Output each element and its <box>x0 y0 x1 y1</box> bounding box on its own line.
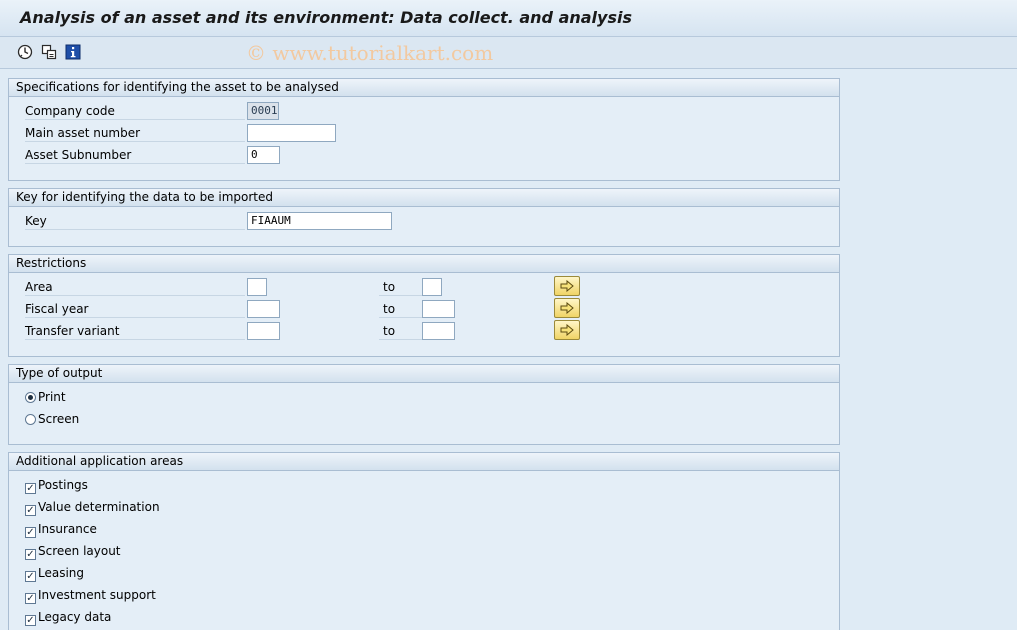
multiple-selection-button[interactable] <box>554 276 580 296</box>
postings-label: Postings <box>38 478 88 492</box>
legacy-data-label: Legacy data <box>38 610 112 624</box>
area-from-field[interactable] <box>247 278 267 296</box>
to-label: to <box>379 323 423 340</box>
key-label: Key <box>25 213 245 230</box>
restrictions-group: Restrictions Area to Fiscal year to Tran… <box>8 254 840 357</box>
transfer-variant-label: Transfer variant <box>25 323 245 340</box>
arrow-right-icon <box>560 302 574 314</box>
insurance-label: Insurance <box>38 522 97 536</box>
legacy-data-checkbox-option[interactable]: ✓ Legacy data <box>25 607 111 627</box>
get-variant-icon[interactable] <box>40 43 58 61</box>
key-group: Key for identifying the data to be impor… <box>8 188 840 247</box>
application-areas-group-header: Additional application areas <box>9 453 839 471</box>
page-title: Analysis of an asset and its environment… <box>20 8 632 27</box>
multiple-selection-button[interactable] <box>554 298 580 318</box>
transfer-variant-to-field[interactable] <box>422 322 455 340</box>
area-to-field[interactable] <box>422 278 442 296</box>
fiscal-year-to-field[interactable] <box>422 300 455 318</box>
arrow-right-icon <box>560 324 574 336</box>
execute-icon[interactable] <box>16 43 34 61</box>
value-determination-checkbox-option[interactable]: ✓ Value determination <box>25 497 160 517</box>
company-code-row: Company code 0001 <box>9 100 839 122</box>
area-label: Area <box>25 279 245 296</box>
value-determination-checkbox[interactable]: ✓ <box>25 505 36 516</box>
to-label: to <box>379 279 423 296</box>
postings-checkbox[interactable]: ✓ <box>25 483 36 494</box>
investment-support-label: Investment support <box>38 588 156 602</box>
arrow-right-icon <box>560 280 574 292</box>
screen-label: Screen <box>38 412 80 426</box>
company-code-field[interactable]: 0001 <box>247 102 279 120</box>
investment-support-checkbox-option[interactable]: ✓ Investment support <box>25 585 156 605</box>
main-asset-label: Main asset number <box>25 125 245 142</box>
key-field[interactable]: FIAAUM <box>247 212 392 230</box>
subnumber-row: Asset Subnumber 0 <box>9 144 839 166</box>
screen-radio-option[interactable]: Screen <box>25 409 79 429</box>
info-icon[interactable] <box>64 43 82 61</box>
restriction-row-area: Area to <box>9 276 839 298</box>
application-toolbar: © www.tutorialkart.com <box>0 37 1017 69</box>
leasing-checkbox[interactable]: ✓ <box>25 571 36 582</box>
screen-layout-label: Screen layout <box>38 544 121 558</box>
main-asset-row: Main asset number <box>9 122 839 144</box>
subnumber-field[interactable]: 0 <box>247 146 280 164</box>
legacy-data-checkbox[interactable]: ✓ <box>25 615 36 626</box>
title-bar: Analysis of an asset and its environment… <box>0 0 1017 37</box>
restrictions-group-header: Restrictions <box>9 255 839 273</box>
restriction-row-fiscal-year: Fiscal year to <box>9 298 839 320</box>
spec-group: Specifications for identifying the asset… <box>8 78 840 181</box>
screen-layout-checkbox-option[interactable]: ✓ Screen layout <box>25 541 121 561</box>
transfer-variant-from-field[interactable] <box>247 322 280 340</box>
output-type-group-header: Type of output <box>9 365 839 383</box>
watermark-text: © www.tutorialkart.com <box>246 41 494 65</box>
insurance-checkbox[interactable]: ✓ <box>25 527 36 538</box>
subnumber-label: Asset Subnumber <box>25 147 245 164</box>
company-code-label: Company code <box>25 103 245 120</box>
spec-group-header: Specifications for identifying the asset… <box>9 79 839 97</box>
value-determination-label: Value determination <box>38 500 160 514</box>
screen-layout-checkbox[interactable]: ✓ <box>25 549 36 560</box>
restriction-row-transfer-variant: Transfer variant to <box>9 320 839 342</box>
screen-radio[interactable] <box>25 414 36 425</box>
leasing-label: Leasing <box>38 566 85 580</box>
output-type-group: Type of output Print Screen <box>8 364 840 445</box>
application-areas-group: Additional application areas ✓ Postings ✓… <box>8 452 840 630</box>
key-row: Key FIAAUM <box>9 210 839 232</box>
insurance-checkbox-option[interactable]: ✓ Insurance <box>25 519 97 539</box>
print-label: Print <box>38 390 66 404</box>
print-radio-option[interactable]: Print <box>25 387 66 407</box>
investment-support-checkbox[interactable]: ✓ <box>25 593 36 604</box>
fiscal-year-from-field[interactable] <box>247 300 280 318</box>
to-label: to <box>379 301 423 318</box>
leasing-checkbox-option[interactable]: ✓ Leasing <box>25 563 84 583</box>
print-radio[interactable] <box>25 392 36 403</box>
main-asset-field[interactable] <box>247 124 336 142</box>
key-group-header: Key for identifying the data to be impor… <box>9 189 839 207</box>
multiple-selection-button[interactable] <box>554 320 580 340</box>
fiscal-year-label: Fiscal year <box>25 301 245 318</box>
postings-checkbox-option[interactable]: ✓ Postings <box>25 475 88 495</box>
